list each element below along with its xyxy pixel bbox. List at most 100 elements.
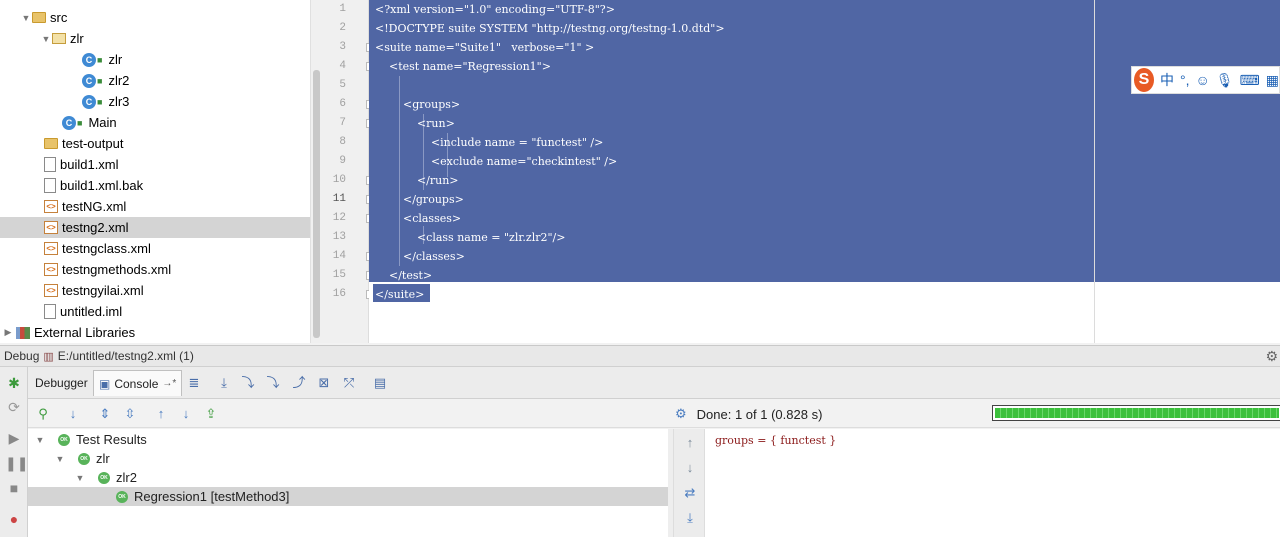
stop-icon[interactable]: ■ — [5, 479, 23, 497]
test-progress-bar — [992, 405, 1280, 421]
scrollbar-thumb[interactable] — [313, 70, 320, 338]
microphone-icon[interactable]: 🎙 — [1216, 72, 1234, 89]
resume-icon[interactable]: ▶ — [5, 429, 23, 447]
tree-item-build1-xml-bak[interactable]: build1.xml.bak — [0, 175, 310, 196]
tree-label: build1.xml — [60, 157, 119, 172]
tree-label: testng2.xml — [62, 220, 129, 235]
tree-item-testng-xml[interactable]: <> testNG.xml — [0, 196, 310, 217]
line-number: 14 — [332, 250, 346, 262]
console-output-area[interactable]: groups = { functest } — [705, 429, 1280, 537]
tree-item-zlr3-class[interactable]: C ■ zlr3 — [0, 91, 310, 112]
soft-wrap-icon[interactable]: ⇄ — [682, 485, 698, 501]
step-out-icon[interactable]: ⤴ — [291, 375, 307, 391]
drop-frame-icon[interactable]: ⊠ — [316, 375, 332, 391]
export-icon[interactable]: ⇪ — [203, 406, 219, 422]
keyboard-icon[interactable]: ⌨ — [1240, 72, 1260, 89]
result-item-zlr[interactable]: ▼ OK zlr — [28, 449, 668, 468]
resume-disabled-icon[interactable]: ⟳ — [5, 398, 23, 416]
gear-icon[interactable]: ⚙ — [1265, 348, 1278, 365]
lock-icon: ■ — [97, 75, 103, 86]
result-item-root[interactable]: ▼ OK Test Results — [28, 430, 668, 449]
line-number: 1 — [339, 3, 346, 15]
evaluate-expression-icon[interactable]: ▤ — [372, 375, 388, 391]
sort-alpha-icon[interactable]: ↓ — [65, 406, 81, 422]
run-to-cursor-icon[interactable]: ⤱ — [341, 375, 357, 391]
line-number: 13 — [332, 231, 346, 243]
code-line: <?xml version="1.0" encoding="UTF-8"?> — [375, 3, 615, 16]
collapse-all-icon[interactable]: ⇳ — [122, 406, 138, 422]
step-into-icon[interactable]: ⤵ — [240, 375, 256, 391]
tree-label: build1.xml.bak — [60, 178, 144, 193]
tree-item-testng2-xml[interactable]: <> testng2.xml — [0, 217, 310, 238]
step-over-icon[interactable]: ⤓ — [216, 375, 232, 391]
tab-label: Debugger — [35, 376, 88, 390]
ime-toolbar[interactable]: S 中 °, ☺ 🎙 ⌨ ▦ — [1131, 66, 1280, 94]
tree-item-zlr-class[interactable]: C ■ zlr — [0, 49, 310, 70]
tab-suffix: →* — [162, 378, 177, 389]
tree-item-untitled-iml[interactable]: untitled.iml — [0, 301, 310, 322]
tree-item-testngyilai-xml[interactable]: <> testngyilai.xml — [0, 280, 310, 301]
code-line: </classes> — [375, 250, 465, 263]
pause-icon[interactable]: ❚❚ — [5, 454, 28, 472]
tree-item-zlr2-class[interactable]: C ■ zlr2 — [0, 70, 310, 91]
console-icon: ▣ — [99, 376, 111, 391]
previous-failed-icon[interactable]: ↑ — [153, 406, 169, 422]
line-number: 3 — [339, 41, 346, 53]
expand-all-icon[interactable]: ⇕ — [97, 406, 113, 422]
class-icon: C — [82, 73, 96, 88]
tree-item-test-output[interactable]: test-output — [0, 133, 310, 154]
library-icon — [16, 326, 30, 339]
show-execution-point-icon[interactable]: ≣ — [186, 375, 202, 391]
scroll-to-end-icon[interactable]: ⤓ — [682, 510, 698, 526]
scroll-up-icon[interactable]: ↑ — [682, 435, 698, 450]
tree-scrollbar[interactable] — [310, 0, 322, 343]
chinese-mode-button[interactable]: 中 — [1160, 70, 1174, 90]
code-line: <!DOCTYPE suite SYSTEM "http://testng.or… — [375, 22, 725, 35]
scroll-down-icon[interactable]: ↓ — [682, 460, 698, 475]
editor-gutter: 1 2 3 4 5 6 7 8 9 10 11 12 13 14 15 16 — [322, 0, 375, 343]
tree-item-src[interactable]: ▼ src — [0, 7, 310, 28]
result-label: zlr — [96, 451, 110, 466]
tree-item-testngclass-xml[interactable]: <> testngclass.xml — [0, 238, 310, 259]
result-item-zlr2[interactable]: ▼ OK zlr2 — [28, 468, 668, 487]
code-line: </suite> — [375, 288, 425, 301]
result-label: zlr2 — [116, 470, 137, 485]
force-step-into-icon[interactable]: ⤵ — [265, 375, 281, 391]
expand-arrow-icon[interactable]: ▼ — [54, 454, 66, 464]
tree-label: testNG.xml — [62, 199, 127, 214]
view-breakpoints-icon[interactable]: ● — [5, 510, 23, 528]
tree-label: testngyilai.xml — [62, 283, 144, 298]
progress-fill — [995, 408, 1279, 418]
xml-file-icon: <> — [44, 221, 58, 234]
grid-icon[interactable]: ▦ — [1266, 72, 1279, 89]
sogou-logo-icon[interactable]: S — [1134, 68, 1154, 92]
result-item-regression1[interactable]: OK Regression1 [testMethod3] — [28, 487, 668, 506]
line-number: 7 — [339, 117, 346, 129]
emoji-icon[interactable]: ☺ — [1195, 72, 1209, 88]
rerun-icon[interactable]: ✱ — [5, 374, 23, 392]
code-line: <classes> — [375, 212, 462, 225]
punctuation-button[interactable]: °, — [1180, 72, 1190, 88]
tree-label: testngclass.xml — [62, 241, 151, 256]
next-failed-icon[interactable]: ↓ — [178, 406, 194, 422]
tree-item-zlr-package[interactable]: ▼ zlr — [0, 28, 310, 49]
tab-console[interactable]: ▣ Console →* — [93, 370, 183, 396]
tree-item-external-libraries[interactable]: ▶ External Libraries — [0, 322, 310, 343]
expand-arrow-icon[interactable]: ▼ — [20, 13, 32, 23]
expand-arrow-icon[interactable]: ▼ — [40, 34, 52, 44]
filter-passed-icon[interactable]: ⚲ — [35, 406, 51, 422]
testng-config-icon: ▥ — [43, 350, 54, 363]
tree-item-testngmethods-xml[interactable]: <> testngmethods.xml — [0, 259, 310, 280]
debug-config-name[interactable]: E:/untitled/testng2.xml (1) — [58, 349, 194, 363]
tree-label: External Libraries — [34, 325, 136, 340]
code-editor[interactable]: <?xml version="1.0" encoding="UTF-8"?> <… — [369, 0, 1280, 343]
tree-label: zlr — [70, 31, 84, 46]
expand-arrow-icon[interactable]: ▼ — [74, 473, 86, 483]
tree-item-main-class[interactable]: C ■ Main — [0, 112, 310, 133]
code-line-current: </groups> — [375, 193, 464, 206]
line-number: 16 — [332, 288, 346, 300]
tab-debugger[interactable]: Debugger — [30, 370, 93, 396]
expand-arrow-icon[interactable]: ▼ — [34, 435, 46, 445]
tree-item-build1-xml[interactable]: build1.xml — [0, 154, 310, 175]
expand-arrow-icon[interactable]: ▶ — [0, 327, 16, 338]
